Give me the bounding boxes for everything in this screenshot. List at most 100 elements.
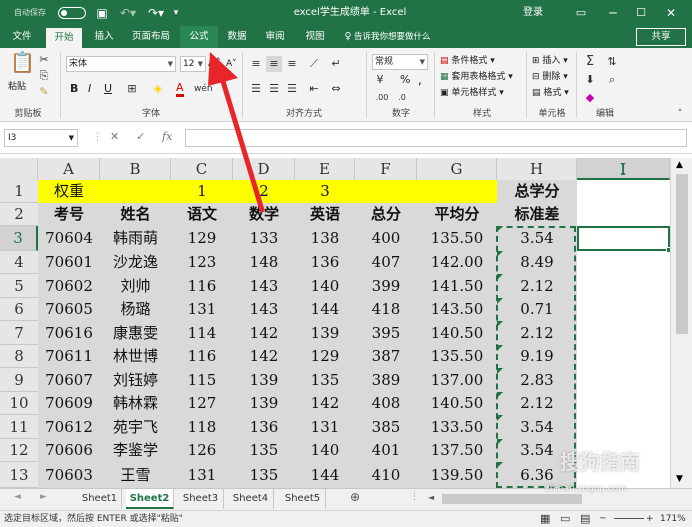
row-header[interactable]: 13 (0, 462, 38, 488)
merge-center-icon[interactable]: ⇔ (328, 81, 344, 97)
autosum-icon[interactable]: Σ (582, 54, 598, 70)
horizontal-scroll-thumb[interactable] (442, 494, 582, 504)
cell[interactable]: 137.00 (417, 368, 497, 392)
cell[interactable]: 143 (233, 298, 295, 321)
next-sheet-icon[interactable]: ► (40, 492, 47, 502)
cell[interactable]: 标准差 (497, 203, 577, 226)
cell[interactable]: 139 (295, 321, 355, 345)
cell[interactable]: 林世博 (100, 345, 171, 368)
cell[interactable]: 148 (233, 251, 295, 274)
cell[interactable]: 70605 (38, 298, 100, 321)
cell[interactable]: 70616 (38, 321, 100, 345)
row-header[interactable]: 2 (0, 203, 38, 226)
cell[interactable]: 131 (171, 462, 233, 488)
cell[interactable]: 407 (355, 251, 417, 274)
comma-button[interactable]: , (418, 73, 422, 87)
cell[interactable]: 韩雨萌 (100, 226, 171, 251)
decrease-decimal-icon[interactable]: .0 (394, 90, 410, 106)
collapse-ribbon-icon[interactable]: ˄ (672, 106, 688, 122)
underline-button[interactable]: U (104, 82, 112, 96)
cell[interactable]: 142 (233, 321, 295, 345)
italic-button[interactable]: I (88, 82, 91, 96)
cell[interactable]: 115 (171, 368, 233, 392)
cell[interactable]: 123 (171, 251, 233, 274)
font-name-select[interactable]: 宋体 ▼ (66, 56, 176, 72)
border-icon[interactable]: ⊞ (124, 81, 140, 97)
cell[interactable]: 136 (295, 251, 355, 274)
clear-icon[interactable]: ◆ (582, 90, 598, 106)
cell[interactable]: 131 (295, 415, 355, 439)
cell[interactable]: 116 (171, 345, 233, 368)
insert-function-icon[interactable]: fx (162, 130, 172, 143)
number-format-select[interactable]: 常规 ▼ (372, 54, 428, 70)
align-bottom-icon[interactable]: ≡ (284, 56, 300, 72)
cell[interactable]: 2 (233, 180, 295, 203)
format-as-table-button[interactable]: ▦ 套用表格格式 ▾ (440, 70, 513, 84)
page-break-view-icon[interactable]: ▤ (580, 511, 590, 527)
column-header[interactable]: A (38, 158, 100, 180)
paste-button[interactable]: 粘贴 (8, 80, 26, 94)
row-header[interactable]: 4 (0, 251, 38, 274)
cell[interactable]: 136 (233, 415, 295, 439)
minimize-icon[interactable]: ─ (604, 0, 622, 26)
row-header-selected[interactable]: 3 (0, 226, 38, 251)
cell[interactable]: 考号 (38, 203, 100, 226)
scroll-thumb[interactable] (676, 174, 688, 334)
sheet-tab[interactable]: Sheet3 (178, 489, 224, 509)
cell[interactable]: 苑宇飞 (100, 415, 171, 439)
cell[interactable]: 140.50 (417, 392, 497, 415)
cell[interactable]: 英语 (295, 203, 355, 226)
cell[interactable]: 139.50 (417, 462, 497, 488)
cell[interactable]: 平均分 (417, 203, 497, 226)
orientation-icon[interactable]: ⟋ (306, 56, 322, 72)
increase-decimal-icon[interactable]: .00 (374, 90, 390, 106)
align-left-icon[interactable]: ☰ (248, 81, 264, 97)
fill-icon[interactable]: ⬇ (582, 72, 598, 88)
cell[interactable]: 韩林霖 (100, 392, 171, 415)
name-box[interactable]: I3 ▼ (4, 129, 78, 147)
cell[interactable]: 135 (233, 439, 295, 462)
conditional-format-button[interactable]: ▤ 条件格式 ▾ (440, 54, 495, 68)
cell[interactable]: 1 (171, 180, 233, 203)
cell[interactable]: 131 (171, 298, 233, 321)
cell[interactable]: 118 (171, 415, 233, 439)
cell[interactable]: 399 (355, 274, 417, 298)
cell[interactable]: 康惠雯 (100, 321, 171, 345)
align-middle-icon[interactable]: ≡ (266, 56, 282, 72)
row-header[interactable]: 6 (0, 298, 38, 321)
currency-icon[interactable]: ¥ (372, 72, 388, 88)
sheet-tab[interactable]: Sheet4 (228, 489, 274, 509)
cell[interactable]: 杨璐 (100, 298, 171, 321)
add-sheet-icon[interactable]: ⊕ (350, 490, 360, 504)
cell[interactable]: 116 (171, 274, 233, 298)
undo-icon[interactable]: ↶▾ (116, 0, 140, 26)
zoom-slider[interactable] (614, 518, 644, 519)
percent-button[interactable]: % (400, 73, 410, 87)
font-color-button[interactable]: A (176, 82, 184, 97)
cell[interactable]: 141.50 (417, 274, 497, 298)
sheet-tab[interactable]: Sheet5 (280, 489, 326, 509)
formula-input[interactable] (185, 129, 687, 147)
phonetic-icon[interactable]: wén (194, 81, 213, 97)
copy-icon[interactable]: ⎘ (36, 68, 52, 84)
customize-icon[interactable]: ▾ (170, 0, 182, 26)
column-header[interactable]: B (100, 158, 171, 180)
cell[interactable]: 140 (295, 274, 355, 298)
prev-sheet-icon[interactable]: ◄ (14, 492, 21, 502)
page-layout-view-icon[interactable]: ▭ (560, 511, 570, 527)
row-header[interactable]: 9 (0, 368, 38, 392)
cell-styles-button[interactable]: ▣ 单元格样式 ▾ (440, 86, 504, 100)
insert-cells-button[interactable]: ⊞ 插入 ▾ (532, 54, 568, 68)
row-header[interactable]: 12 (0, 439, 38, 462)
cell[interactable]: 权重 (38, 180, 100, 203)
cell[interactable]: 143.50 (417, 298, 497, 321)
active-cell-i3[interactable] (577, 226, 670, 251)
cell[interactable]: 114 (171, 321, 233, 345)
ribbon-options-icon[interactable]: ▭ (572, 0, 590, 26)
cell[interactable]: 总分 (355, 203, 417, 226)
tab-review[interactable]: 审阅 (260, 26, 290, 48)
cell[interactable]: 139 (233, 392, 295, 415)
close-icon[interactable]: ✕ (662, 0, 680, 26)
font-size-select[interactable]: 12 ▼ (180, 56, 206, 72)
cell[interactable]: 70606 (38, 439, 100, 462)
